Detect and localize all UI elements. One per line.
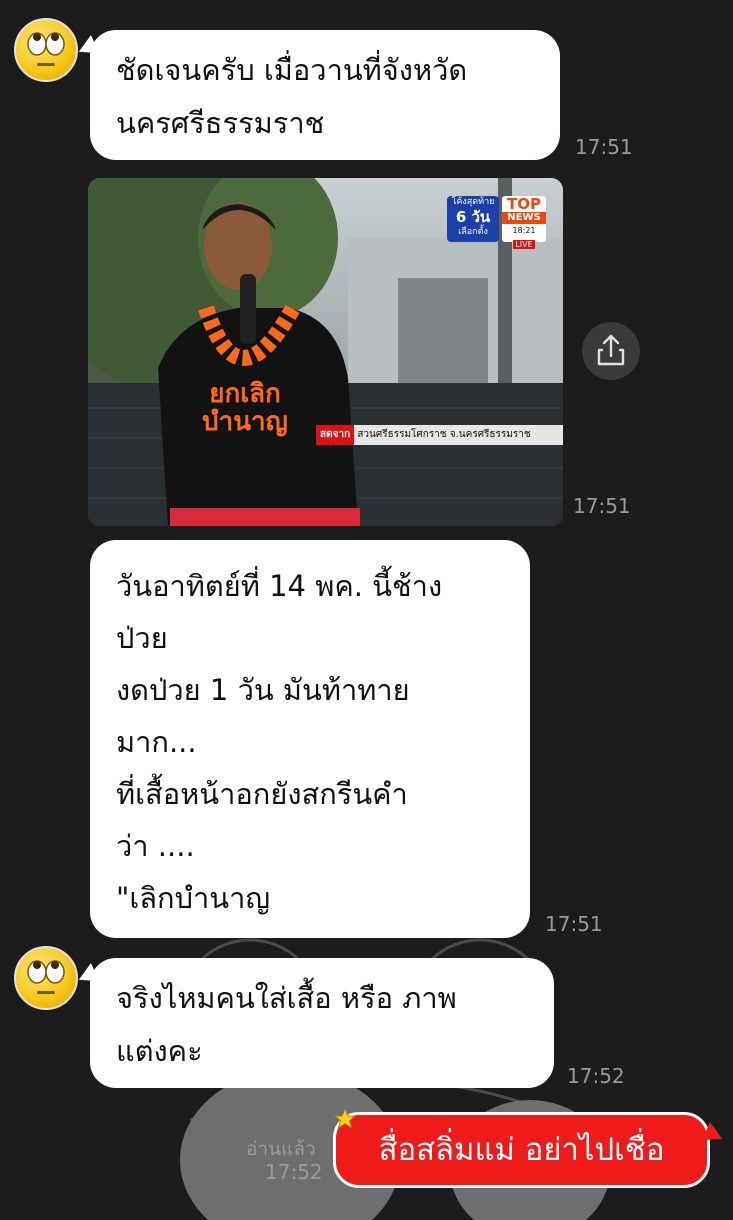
eye-roll-emoji-icon (27, 960, 65, 994)
live-badge: LIVE (513, 240, 535, 249)
location-text: สวนศรีธรรมโศกราช จ.นครศรีธรรมราช (357, 429, 531, 440)
countdown-badge: โค้งสุดท้าย 6 วัน เลือกตั้ง (447, 196, 499, 242)
share-button[interactable] (582, 322, 640, 380)
live-from-tag: สดจาก (316, 425, 355, 445)
contact-avatar[interactable] (14, 18, 78, 82)
sent-message-bubble[interactable]: สื่อสลิ่มแม่ อย่าไปเชื่อ (333, 1112, 710, 1188)
message-timestamp: 17:51 (575, 135, 633, 159)
contact-avatar[interactable] (14, 946, 78, 1010)
shirt-text: ยกเลิก บำนาญ (200, 380, 290, 436)
logo-top-text: TOP (507, 195, 541, 213)
channel-time: 18:21 (512, 226, 536, 235)
message-timestamp: 17:51 (545, 912, 603, 936)
location-banner: สดจาก สวนศรีธรรมโศกราช จ.นครศรีธรรมราช (316, 425, 563, 445)
message-bubble[interactable]: ชัดเจนครับ เมื่อวานที่จังหวัด นครศรีธรรม… (90, 30, 560, 160)
message-timestamp: 17:52 (265, 1160, 323, 1184)
eye-roll-emoji-icon (27, 32, 65, 66)
top-news-logo: TOP NEWS 18:21 LIVE (502, 195, 546, 249)
message-timestamp: 17:52 (567, 1064, 625, 1088)
message-bubble[interactable]: จริงไหมคนใส่เสื้อ หรือ ภาพ แต่งคะ (90, 958, 554, 1088)
shirt-text-line1: ยกเลิก (209, 379, 281, 409)
countdown-bottom-label: เลือกตั้ง (458, 227, 488, 237)
logo-news-text: NEWS (502, 212, 546, 224)
share-icon (597, 334, 625, 366)
video-thumbnail[interactable]: โค้งสุดท้าย 6 วัน เลือกตั้ง TOP NEWS 18:… (88, 178, 563, 526)
star-icon (334, 1108, 356, 1130)
message-bubble[interactable]: วันอาทิตย์ที่ 14 พค. นี้ช้าง ป่วย งดป่วย… (90, 540, 530, 938)
countdown-top-label: โค้งสุดท้าย (451, 197, 495, 207)
countdown-days-label: 6 วัน (455, 208, 491, 226)
shirt-text-line2: บำนาญ (202, 407, 288, 437)
message-timestamp: 17:51 (573, 494, 631, 518)
